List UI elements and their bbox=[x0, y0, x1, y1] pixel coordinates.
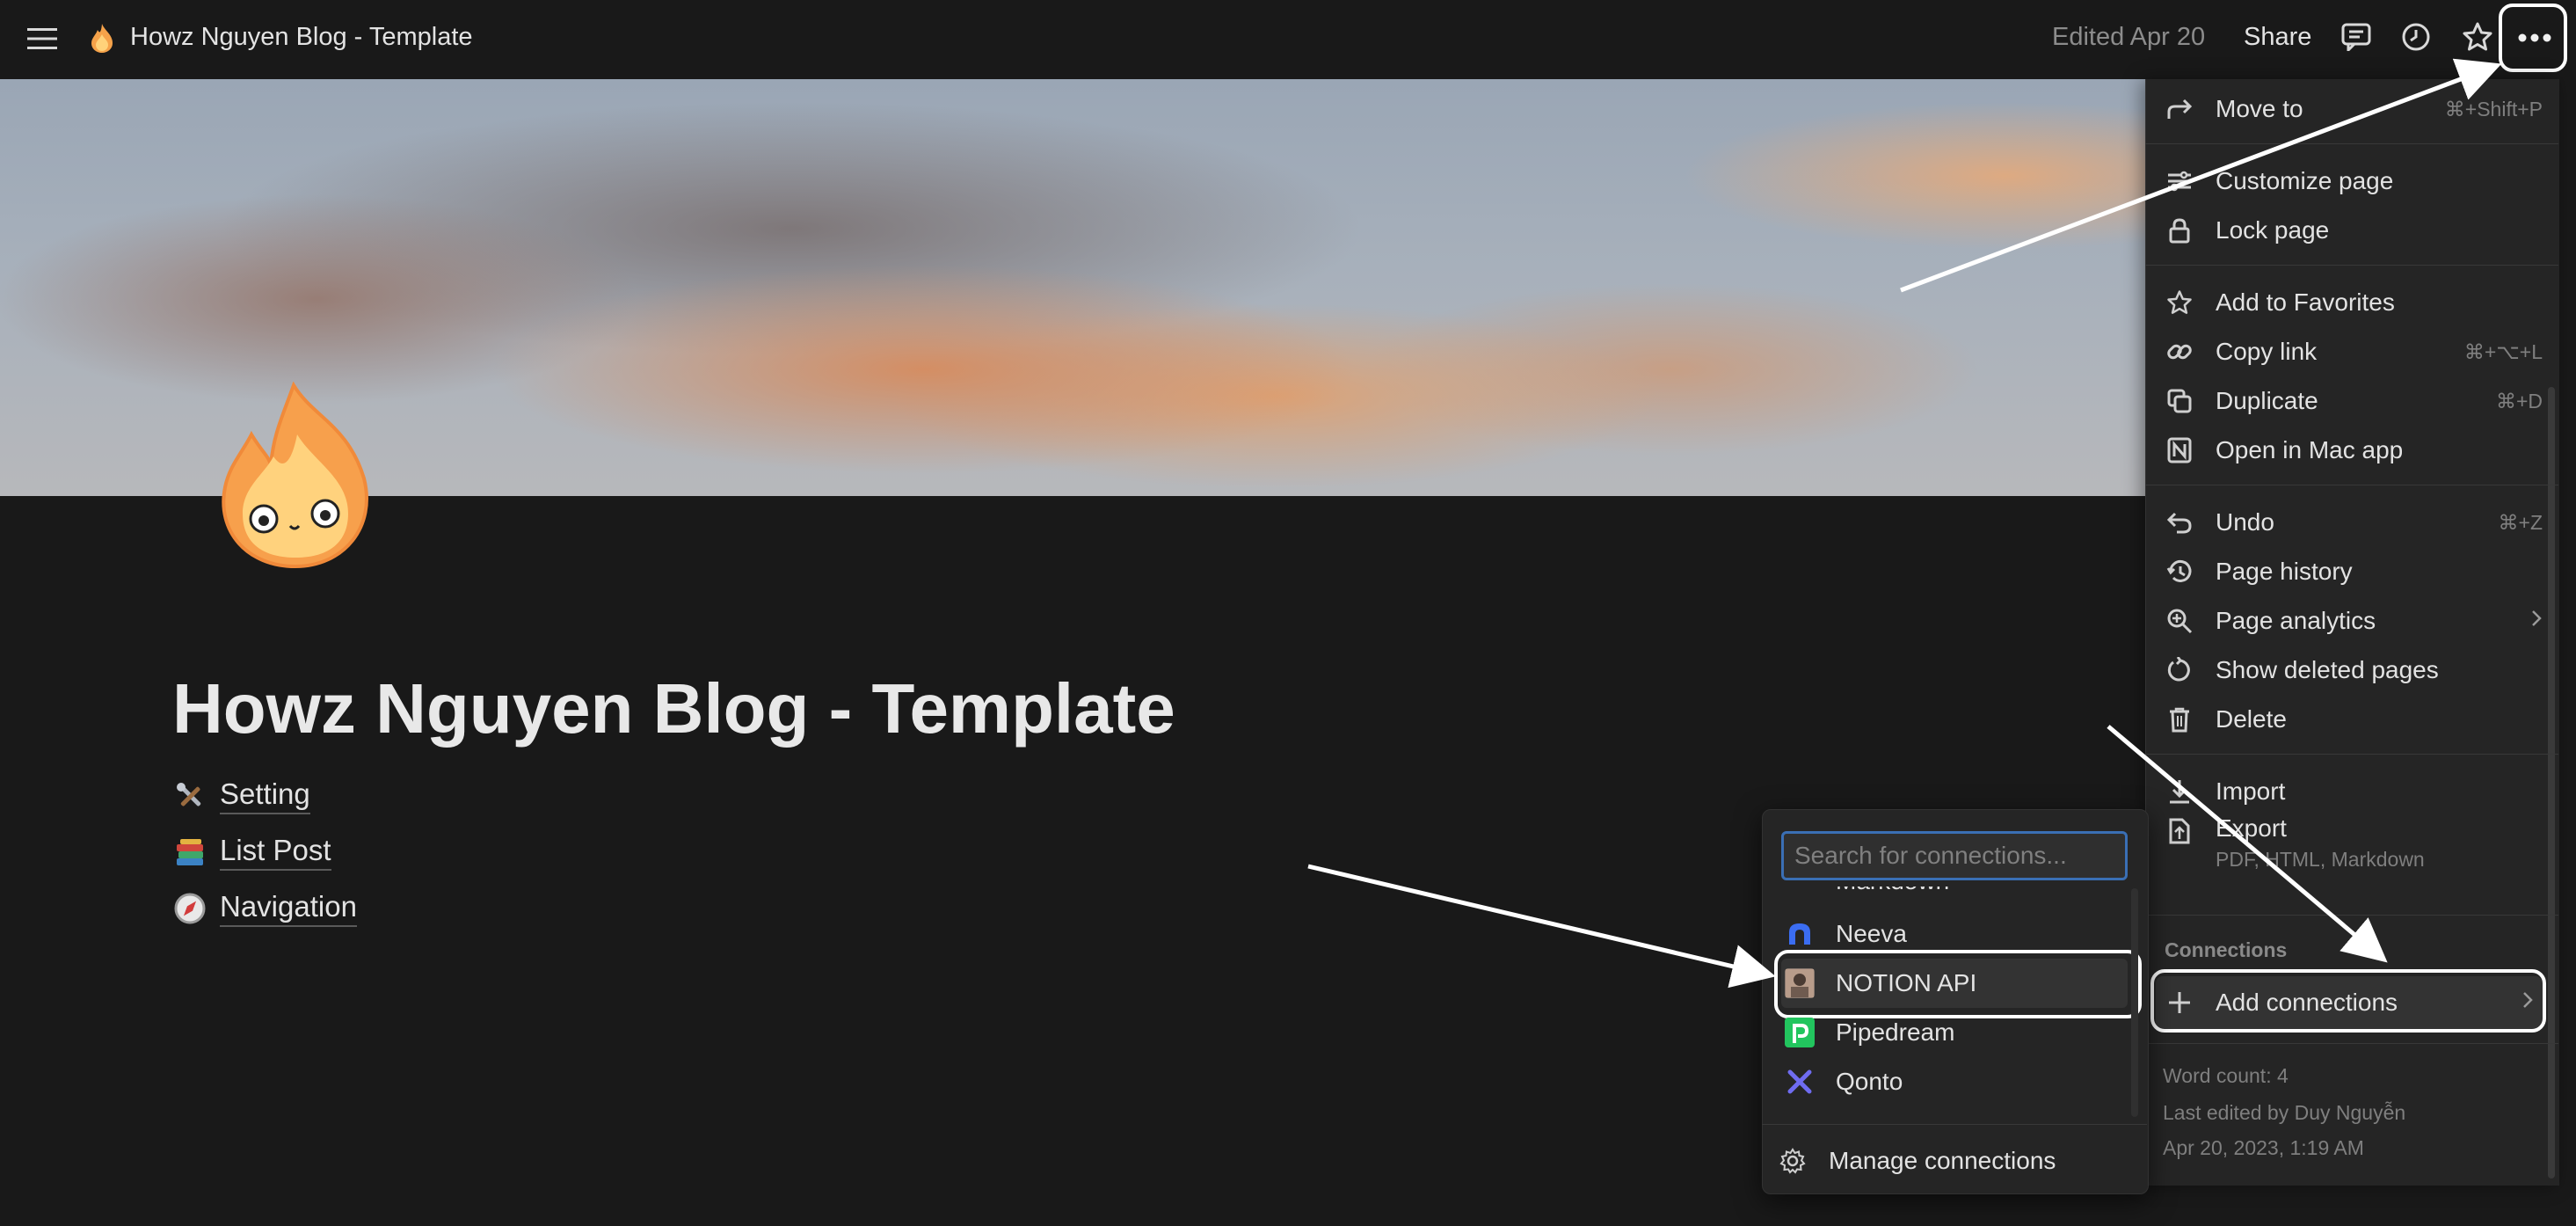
link-list-post[interactable]: List Post bbox=[172, 834, 331, 871]
export-formats-text: PDF, HTML, Markdown bbox=[2216, 848, 2425, 871]
pipedream-icon bbox=[1785, 1018, 1815, 1047]
menu-item-label: Customize page bbox=[2216, 167, 2394, 194]
menu-item-copy-link[interactable]: Copy link ⌘+⌥+L bbox=[2165, 327, 2543, 376]
menu-divider bbox=[2145, 754, 2558, 755]
connection-item-qonto[interactable]: Qonto bbox=[1781, 1057, 2128, 1106]
page-title[interactable]: Howz Nguyen Blog - Template bbox=[172, 668, 1175, 749]
menu-item-export[interactable]: Export PDF, HTML, Markdown bbox=[2165, 814, 2543, 885]
edited-timestamp: Edited Apr 20 bbox=[2052, 23, 2206, 51]
trash-icon bbox=[2165, 704, 2194, 734]
favorite-star-icon[interactable] bbox=[2458, 18, 2497, 56]
menu-item-label: Import bbox=[2216, 777, 2286, 805]
menu-item-undo[interactable]: Undo ⌘+Z bbox=[2165, 498, 2543, 547]
connection-label: Qonto bbox=[1836, 1068, 1903, 1095]
page-icon-fire-mascot bbox=[216, 381, 375, 570]
duplicate-icon bbox=[2165, 386, 2194, 416]
link-setting-label: Setting bbox=[220, 777, 310, 814]
link-icon bbox=[2165, 337, 2194, 367]
menu-item-label: Add to Favorites bbox=[2216, 288, 2395, 316]
last-edited-by-text: Last edited by Duy Nguyễn bbox=[2163, 1101, 2406, 1124]
undo-icon bbox=[2165, 507, 2194, 537]
connection-label: Pipedream bbox=[1836, 1018, 1955, 1046]
link-navigation-label: Navigation bbox=[220, 890, 357, 927]
compass-icon bbox=[172, 891, 207, 926]
word-count-text: Word count: 4 bbox=[2163, 1064, 2289, 1087]
partial-connection-label: Markdown bbox=[1836, 887, 2119, 895]
menu-item-label: Show deleted pages bbox=[2216, 656, 2439, 683]
more-options-highlight bbox=[2499, 4, 2567, 72]
menu-item-open-in-mac-app[interactable]: Open in Mac app bbox=[2165, 426, 2543, 475]
menu-item-customize-page[interactable]: Customize page bbox=[2165, 157, 2543, 206]
zoom-analytics-icon bbox=[2165, 606, 2194, 636]
chevron-right-icon bbox=[2530, 609, 2543, 633]
link-setting[interactable]: Setting bbox=[172, 777, 310, 814]
page-fire-icon bbox=[84, 19, 120, 56]
tools-icon bbox=[172, 778, 207, 814]
menu-item-lock-page[interactable]: Lock page bbox=[2165, 206, 2543, 255]
menu-item-add-to-favorites[interactable]: Add to Favorites bbox=[2165, 278, 2543, 327]
menu-item-import[interactable]: Import bbox=[2165, 767, 2543, 816]
breadcrumb-page-title[interactable]: Howz Nguyen Blog - Template bbox=[130, 23, 473, 52]
menu-item-label: Delete bbox=[2216, 705, 2287, 733]
menu-item-label: Move to bbox=[2216, 95, 2303, 122]
sliders-icon bbox=[2165, 166, 2194, 196]
add-connections-highlight bbox=[2150, 969, 2546, 1033]
neeva-icon bbox=[1785, 919, 1815, 949]
connections-divider bbox=[1762, 1124, 2147, 1125]
shortcut-text: ⌘+Shift+P bbox=[2444, 97, 2543, 120]
menu-item-label: Page analytics bbox=[2216, 607, 2376, 634]
menu-item-label: Lock page bbox=[2216, 216, 2330, 244]
connections-section-header: Connections bbox=[2165, 938, 2288, 961]
gear-icon bbox=[1778, 1146, 1808, 1176]
menu-item-page-history[interactable]: Page history bbox=[2165, 547, 2543, 596]
menu-item-show-deleted-pages[interactable]: Show deleted pages bbox=[2165, 646, 2543, 695]
share-button[interactable]: Share bbox=[2244, 23, 2311, 52]
shortcut-text: ⌘+⌥+L bbox=[2463, 339, 2543, 363]
connection-item-pipedream[interactable]: Pipedream bbox=[1781, 1008, 2128, 1057]
arrow-turn-right-icon bbox=[2165, 94, 2194, 124]
menu-item-label: Undo bbox=[2216, 508, 2274, 536]
last-edited-at-text: Apr 20, 2023, 1:19 AM bbox=[2163, 1136, 2364, 1159]
notion-logo-icon bbox=[2165, 435, 2194, 465]
import-icon bbox=[2165, 777, 2194, 806]
menu-divider bbox=[2145, 265, 2558, 266]
menu-item-label: Duplicate bbox=[2216, 387, 2318, 414]
menu-item-delete[interactable]: Delete bbox=[2165, 695, 2543, 744]
connections-scrollbar[interactable] bbox=[2131, 888, 2138, 1117]
menu-divider bbox=[2145, 1043, 2558, 1044]
connections-search-input[interactable] bbox=[1781, 831, 2128, 880]
manage-connections-label: Manage connections bbox=[1829, 1147, 2056, 1174]
star-icon bbox=[2165, 288, 2194, 317]
link-list-post-label: List Post bbox=[220, 834, 331, 871]
menu-item-label: Copy link bbox=[2216, 338, 2318, 365]
menu-item-label: Open in Mac app bbox=[2216, 436, 2404, 463]
menu-divider bbox=[2145, 915, 2558, 916]
export-file-icon bbox=[2165, 816, 2194, 846]
menu-divider bbox=[2145, 143, 2558, 144]
menu-scrollbar[interactable] bbox=[2548, 387, 2555, 1179]
qonto-icon bbox=[1785, 1067, 1815, 1097]
link-navigation[interactable]: Navigation bbox=[172, 890, 357, 927]
menu-item-move-to[interactable]: Move to ⌘+Shift+P bbox=[2165, 84, 2543, 134]
restore-icon bbox=[2165, 655, 2194, 685]
shortcut-text: ⌘+Z bbox=[2498, 510, 2543, 534]
menu-item-duplicate[interactable]: Duplicate ⌘+D bbox=[2165, 376, 2543, 426]
history-icon bbox=[2165, 557, 2194, 587]
lock-icon bbox=[2165, 215, 2194, 245]
shortcut-text: ⌘+D bbox=[2495, 389, 2543, 412]
arrow-to-notion-api bbox=[1307, 864, 1776, 989]
manage-connections-button[interactable]: Manage connections bbox=[1778, 1136, 2124, 1186]
books-icon bbox=[172, 835, 207, 870]
menu-item-label: Page history bbox=[2216, 558, 2353, 585]
menu-item-page-analytics[interactable]: Page analytics bbox=[2165, 596, 2543, 646]
updates-clock-icon[interactable] bbox=[2397, 18, 2435, 56]
connections-list-partial: Markdown bbox=[1785, 887, 2119, 899]
sidebar-menu-icon[interactable] bbox=[25, 21, 60, 56]
menu-item-label: Export bbox=[2216, 814, 2287, 842]
comments-icon[interactable] bbox=[2337, 18, 2376, 56]
connection-label: Neeva bbox=[1836, 920, 1907, 947]
